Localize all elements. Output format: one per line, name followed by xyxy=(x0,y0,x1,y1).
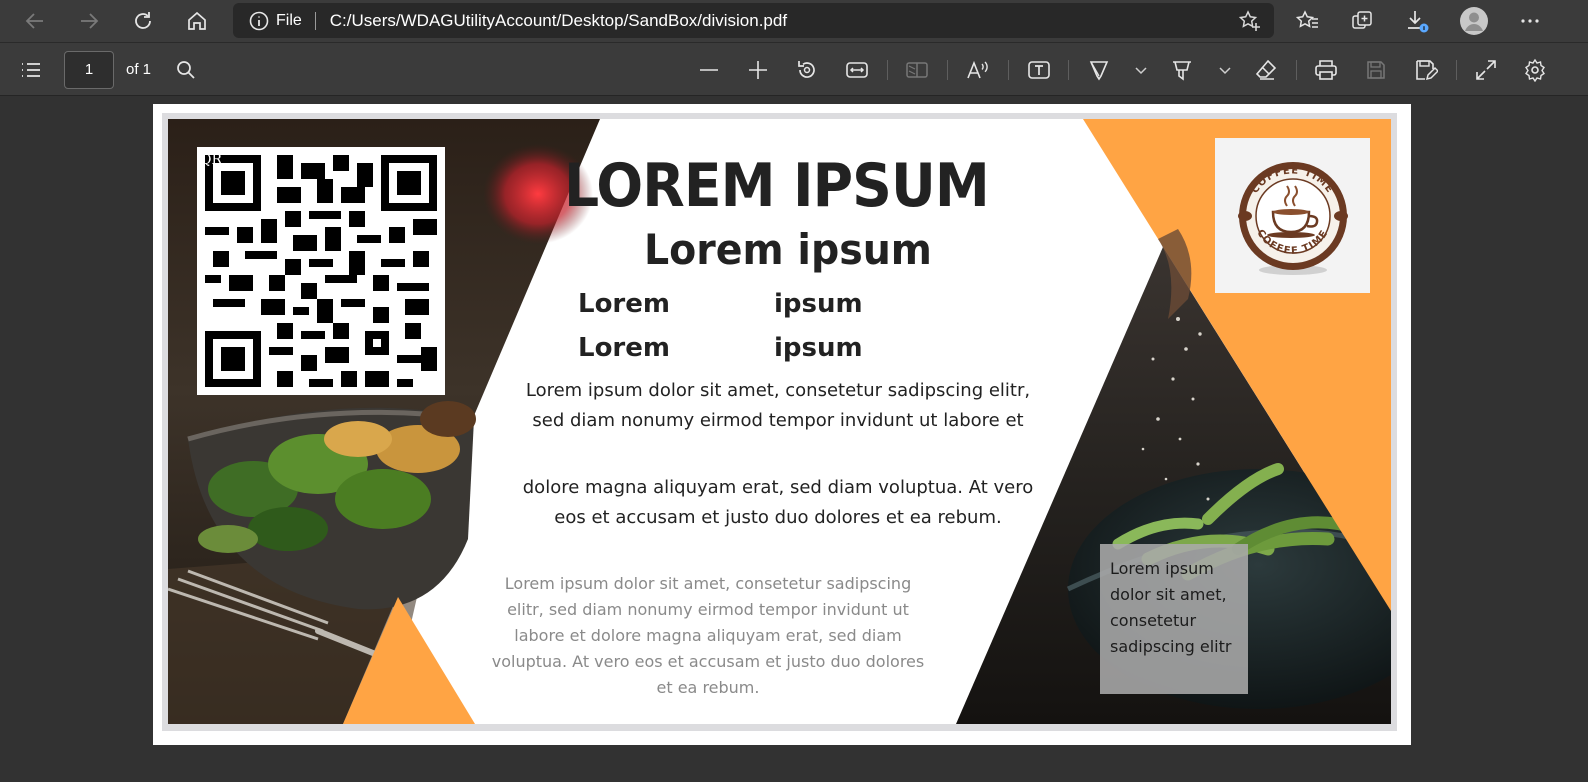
contents-icon xyxy=(22,63,40,77)
back-button[interactable] xyxy=(19,5,51,37)
toolbar-separator xyxy=(1008,60,1009,80)
chevron-down-icon xyxy=(1219,67,1231,75)
collections-icon xyxy=(1352,11,1372,29)
draw-icon xyxy=(1089,61,1109,81)
highlight-options-dropdown[interactable] xyxy=(1210,55,1240,85)
address-separator xyxy=(314,11,316,30)
address-bar[interactable]: File C:/Users/WDAGUtilityAccount/Desktop… xyxy=(233,3,1274,38)
page-number-input[interactable]: 1 xyxy=(64,51,114,89)
home-button[interactable] xyxy=(181,5,213,37)
pdf-page: QR COFFEE TIME COFFEE TIME LOREM IPSUM L… xyxy=(153,104,1411,745)
coffee-logo: COFFEE TIME COFFEE TIME xyxy=(1215,138,1370,293)
print-button[interactable] xyxy=(1311,55,1341,85)
qr-label: QR xyxy=(200,152,223,168)
chevron-down-icon xyxy=(1135,67,1147,75)
more-icon xyxy=(1521,19,1539,23)
rotate-icon xyxy=(798,61,815,78)
highlight-icon xyxy=(1173,61,1191,81)
label-left-2: Lorem xyxy=(578,333,670,363)
fit-width-icon xyxy=(846,62,868,78)
favorites-icon xyxy=(1296,10,1318,28)
flyer-subheading: Lorem ipsum xyxy=(644,225,932,274)
qr-code-graphic xyxy=(205,155,437,387)
add-favorite-icon[interactable] xyxy=(1238,9,1262,33)
label-right-2: ipsum xyxy=(774,333,863,363)
settings-icon xyxy=(1525,58,1545,82)
page-frame: QR COFFEE TIME COFFEE TIME LOREM IPSUM L… xyxy=(162,113,1397,731)
flyer-heading: LOREM IPSUM xyxy=(564,151,990,221)
pdf-toolbar: 1 of 1 xyxy=(0,42,1588,96)
settings-button[interactable] xyxy=(1520,55,1550,85)
qr-code xyxy=(197,147,445,395)
zoom-in-icon xyxy=(749,61,767,79)
zoom-in-button[interactable] xyxy=(743,55,773,85)
read-aloud-icon xyxy=(967,60,988,79)
toolbar-separator xyxy=(1296,60,1297,80)
downloads-icon xyxy=(1408,11,1429,33)
text-box-icon xyxy=(1028,61,1050,79)
page-view-button[interactable] xyxy=(902,55,932,85)
coffee-cup-icon: COFFEE TIME COFFEE TIME xyxy=(1238,162,1348,275)
browser-title-bar: File C:/Users/WDAGUtilityAccount/Desktop… xyxy=(0,0,1588,42)
read-aloud-button[interactable] xyxy=(963,55,993,85)
eraser-icon xyxy=(1255,59,1277,80)
label-right-1: ipsum xyxy=(774,289,863,319)
eraser-button[interactable] xyxy=(1251,55,1281,85)
text-box-button[interactable] xyxy=(1024,55,1054,85)
save-as-button[interactable] xyxy=(1411,55,1441,85)
note-text: Lorem ipsum dolor sit amet, consetetur s… xyxy=(1110,559,1232,656)
search-icon xyxy=(177,61,195,79)
profile-button[interactable] xyxy=(1458,5,1490,37)
forward-arrow-icon xyxy=(81,13,99,29)
address-url[interactable]: C:/Users/WDAGUtilityAccount/Desktop/Sand… xyxy=(330,11,787,31)
find-button[interactable] xyxy=(171,55,201,85)
contents-button[interactable] xyxy=(16,55,46,85)
draw-options-dropdown[interactable] xyxy=(1126,55,1156,85)
save-as-icon xyxy=(1416,60,1438,81)
zoom-out-icon xyxy=(700,69,718,71)
toolbar-separator xyxy=(887,60,888,80)
fit-width-button[interactable] xyxy=(842,55,872,85)
toolbar-separator xyxy=(1456,60,1457,80)
pdf-viewer[interactable]: QR COFFEE TIME COFFEE TIME LOREM IPSUM L… xyxy=(0,96,1588,782)
body-paragraph-3: Lorem ipsum dolor sit amet, consetetur s… xyxy=(491,574,925,697)
body-paragraph-1: Lorem ipsum dolor sit amet, consetetur s… xyxy=(525,380,1031,431)
forward-button[interactable] xyxy=(73,5,105,37)
profile-icon xyxy=(1460,7,1488,35)
page-total: of 1 xyxy=(126,61,152,78)
back-arrow-icon xyxy=(25,13,43,29)
rotate-button[interactable] xyxy=(792,55,822,85)
save-icon xyxy=(1367,61,1385,79)
home-icon xyxy=(188,11,206,30)
highlight-button[interactable] xyxy=(1167,55,1197,85)
fullscreen-button[interactable] xyxy=(1471,55,1501,85)
refresh-icon xyxy=(135,12,151,29)
favorites-button[interactable] xyxy=(1292,5,1324,37)
address-scheme: File xyxy=(276,11,302,29)
more-button[interactable] xyxy=(1514,5,1546,37)
flyer-card: QR COFFEE TIME COFFEE TIME LOREM IPSUM L… xyxy=(168,119,1391,724)
print-icon xyxy=(1315,60,1337,80)
body-paragraph-2: dolore magna aliquyam erat, sed diam vol… xyxy=(522,477,1034,528)
collections-button[interactable] xyxy=(1346,5,1378,37)
downloads-button[interactable] xyxy=(1401,5,1433,37)
toolbar-separator xyxy=(947,60,948,80)
fullscreen-icon xyxy=(1476,60,1496,80)
zoom-out-button[interactable] xyxy=(694,55,724,85)
info-icon[interactable] xyxy=(248,10,270,32)
label-left-1: Lorem xyxy=(578,289,670,319)
toolbar-separator xyxy=(1068,60,1069,80)
draw-button[interactable] xyxy=(1084,55,1114,85)
save-button[interactable] xyxy=(1361,55,1391,85)
page-view-icon xyxy=(906,62,928,78)
refresh-button[interactable] xyxy=(127,5,159,37)
